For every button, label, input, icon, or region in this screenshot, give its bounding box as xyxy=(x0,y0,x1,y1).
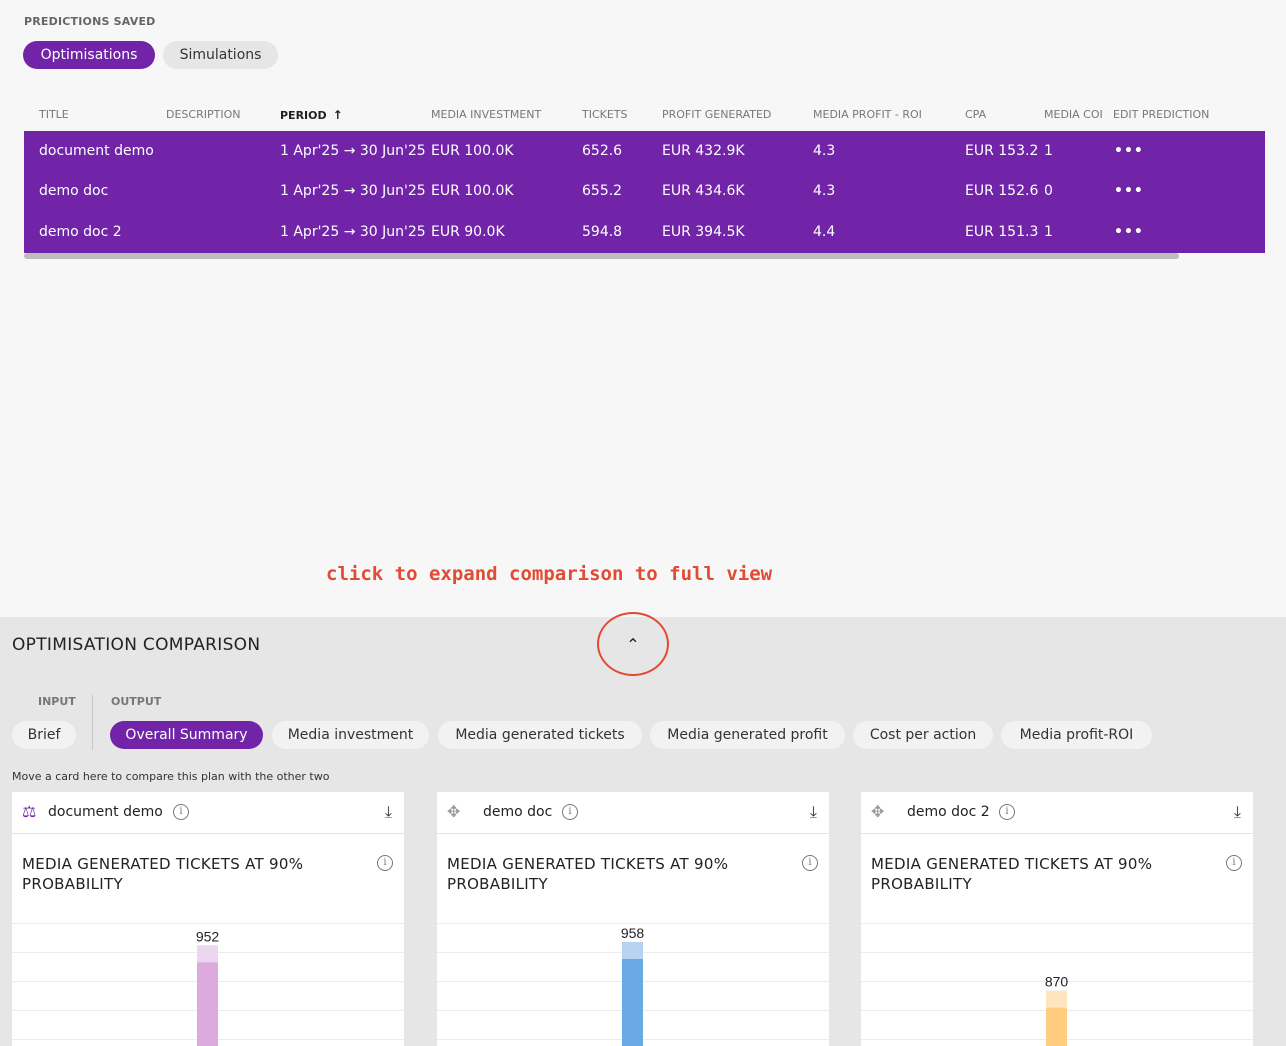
metric-title: MEDIA GENERATED TICKETS AT 90% PROBABILI… xyxy=(447,855,729,893)
sort-ascending-icon[interactable]: ↑ xyxy=(333,108,343,122)
column-header-period[interactable]: PERIOD ↑ xyxy=(280,108,343,122)
section-label: PREDICTIONS SAVED xyxy=(24,15,156,28)
tab-media-generated-tickets[interactable]: Media generated tickets xyxy=(438,721,642,749)
bar[interactable] xyxy=(1046,1007,1067,1046)
cell-tickets: 655.2 xyxy=(582,183,623,199)
cell-period: 1 Apr'25 → 30 Jun'25 xyxy=(280,224,426,240)
cell-title: demo doc 2 xyxy=(39,224,122,240)
horizontal-scrollbar[interactable] xyxy=(24,253,1179,259)
chevron-up-icon: ⌃ xyxy=(626,634,640,654)
info-icon[interactable]: i xyxy=(802,855,818,871)
download-icon[interactable]: ⤓ xyxy=(1234,802,1241,822)
column-header-media-investment[interactable]: MEDIA INVESTMENT xyxy=(431,108,541,121)
bar-chart: 870 xyxy=(861,923,1253,1046)
table-row[interactable]: demo doc 2 1 Apr'25 → 30 Jun'25 EUR 90.0… xyxy=(24,212,1265,252)
group-divider xyxy=(92,695,93,750)
cell-period: 1 Apr'25 → 30 Jun'25 xyxy=(280,183,426,199)
tab-media-generated-profit[interactable]: Media generated profit xyxy=(650,721,845,749)
comparison-card[interactable]: ✥ demo doc i ⤓ MEDIA GENERATED TICKETS A… xyxy=(437,792,829,1046)
comparison-title: OPTIMISATION COMPARISON xyxy=(12,635,261,655)
info-icon[interactable]: i xyxy=(999,804,1015,820)
tab-cost-per-action[interactable]: Cost per action xyxy=(853,721,993,749)
comparison-card[interactable]: ✥ demo doc 2 i ⤓ MEDIA GENERATED TICKETS… xyxy=(861,792,1253,1046)
cell-title: demo doc xyxy=(39,183,109,199)
tab-simulations[interactable]: Simulations xyxy=(163,41,278,69)
cell-cpa: EUR 151.3 xyxy=(965,224,1039,240)
column-header-media-profit-roi[interactable]: MEDIA PROFIT - ROI xyxy=(813,108,922,121)
cell-tickets: 594.8 xyxy=(582,224,623,240)
predictions-table: document demo 1 Apr'25 → 30 Jun'25 EUR 1… xyxy=(24,131,1265,253)
bar-value-label: 952 xyxy=(196,928,220,944)
bar-value-label: 958 xyxy=(621,925,645,941)
info-icon[interactable]: i xyxy=(1226,855,1242,871)
cell-profit-generated: EUR 434.6K xyxy=(662,183,745,199)
move-card-hint: Move a card here to compare this plan wi… xyxy=(12,770,330,783)
bar[interactable] xyxy=(622,959,643,1046)
predictions-section: PREDICTIONS SAVED Optimisations Simulati… xyxy=(0,0,1286,617)
card-header: ✥ demo doc 2 i ⤓ xyxy=(861,792,1253,834)
cell-cpa: EUR 152.6 xyxy=(965,183,1039,199)
table-row[interactable]: demo doc 1 Apr'25 → 30 Jun'25 EUR 100.0K… xyxy=(24,171,1265,211)
more-options-icon[interactable]: ••• xyxy=(1114,143,1144,159)
bar-chart: 952 xyxy=(12,923,404,1046)
column-header-period-label: PERIOD xyxy=(280,109,327,122)
drag-move-icon[interactable]: ✥ xyxy=(871,802,884,821)
cell-media-coi: 1 xyxy=(1044,143,1053,159)
info-icon[interactable]: i xyxy=(173,804,189,820)
cell-profit-generated: EUR 432.9K xyxy=(662,143,745,159)
tab-media-investment[interactable]: Media investment xyxy=(272,721,429,749)
column-header-title[interactable]: TITLE xyxy=(39,108,69,121)
drag-move-icon[interactable]: ✥ xyxy=(447,802,460,821)
tab-media-profit-roi[interactable]: Media profit-ROI xyxy=(1001,721,1152,749)
card-header: ⚖ document demo i ⤓ xyxy=(12,792,404,834)
cell-media-profit-roi: 4.3 xyxy=(813,183,836,199)
metric-title: MEDIA GENERATED TICKETS AT 90% PROBABILI… xyxy=(871,855,1153,893)
column-header-profit-generated[interactable]: PROFIT GENERATED xyxy=(662,108,771,121)
tab-optimisations[interactable]: Optimisations xyxy=(23,41,155,69)
cell-media-coi: 1 xyxy=(1044,224,1053,240)
card-title: demo doc xyxy=(483,804,553,820)
expand-comparison-button[interactable]: ⌃ xyxy=(597,612,669,676)
tab-overall-summary[interactable]: Overall Summary xyxy=(110,721,263,749)
cell-period: 1 Apr'25 → 30 Jun'25 xyxy=(280,143,426,159)
cell-media-coi: 0 xyxy=(1044,183,1053,199)
metric-title: MEDIA GENERATED TICKETS AT 90% PROBABILI… xyxy=(22,855,304,893)
cell-profit-generated: EUR 394.5K xyxy=(662,224,745,240)
card-title: document demo xyxy=(48,804,163,820)
column-header-cpa[interactable]: CPA xyxy=(965,108,986,121)
info-icon[interactable]: i xyxy=(377,855,393,871)
tab-brief[interactable]: Brief xyxy=(12,721,76,749)
bar-chart: 958 xyxy=(437,923,829,1046)
card-header: ✥ demo doc i ⤓ xyxy=(437,792,829,834)
table-row[interactable]: document demo 1 Apr'25 → 30 Jun'25 EUR 1… xyxy=(24,131,1265,171)
comparison-panel: OPTIMISATION COMPARISON ⌃ INPUT OUTPUT B… xyxy=(0,612,1286,1046)
more-options-icon[interactable]: ••• xyxy=(1114,183,1144,199)
bar[interactable] xyxy=(197,962,218,1046)
column-header-edit-prediction[interactable]: EDIT PREDICTION xyxy=(1113,108,1209,121)
cell-media-profit-roi: 4.3 xyxy=(813,143,836,159)
cell-media-profit-roi: 4.4 xyxy=(813,224,836,240)
download-icon[interactable]: ⤓ xyxy=(810,802,817,822)
cell-media-investment: EUR 100.0K xyxy=(431,143,514,159)
column-header-description[interactable]: DESCRIPTION xyxy=(166,108,240,121)
more-options-icon[interactable]: ••• xyxy=(1114,224,1144,240)
column-header-tickets[interactable]: TICKETS xyxy=(582,108,628,121)
cell-tickets: 652.6 xyxy=(582,143,623,159)
expand-hint-annotation: click to expand comparison to full view xyxy=(326,563,773,585)
cell-cpa: EUR 153.2 xyxy=(965,143,1039,159)
output-group-label: OUTPUT xyxy=(111,695,162,708)
input-group-label: INPUT xyxy=(38,695,76,708)
cell-media-investment: EUR 90.0K xyxy=(431,224,505,240)
card-title: demo doc 2 xyxy=(907,804,990,820)
comparison-card[interactable]: ⚖ document demo i ⤓ MEDIA GENERATED TICK… xyxy=(12,792,404,1046)
cell-title: document demo xyxy=(39,143,154,159)
balance-scale-icon: ⚖ xyxy=(22,802,37,821)
info-icon[interactable]: i xyxy=(562,804,578,820)
bar-value-label: 870 xyxy=(1045,974,1069,990)
column-header-media-coi[interactable]: MEDIA COI xyxy=(1044,108,1110,121)
download-icon[interactable]: ⤓ xyxy=(385,802,392,822)
cell-media-investment: EUR 100.0K xyxy=(431,183,514,199)
